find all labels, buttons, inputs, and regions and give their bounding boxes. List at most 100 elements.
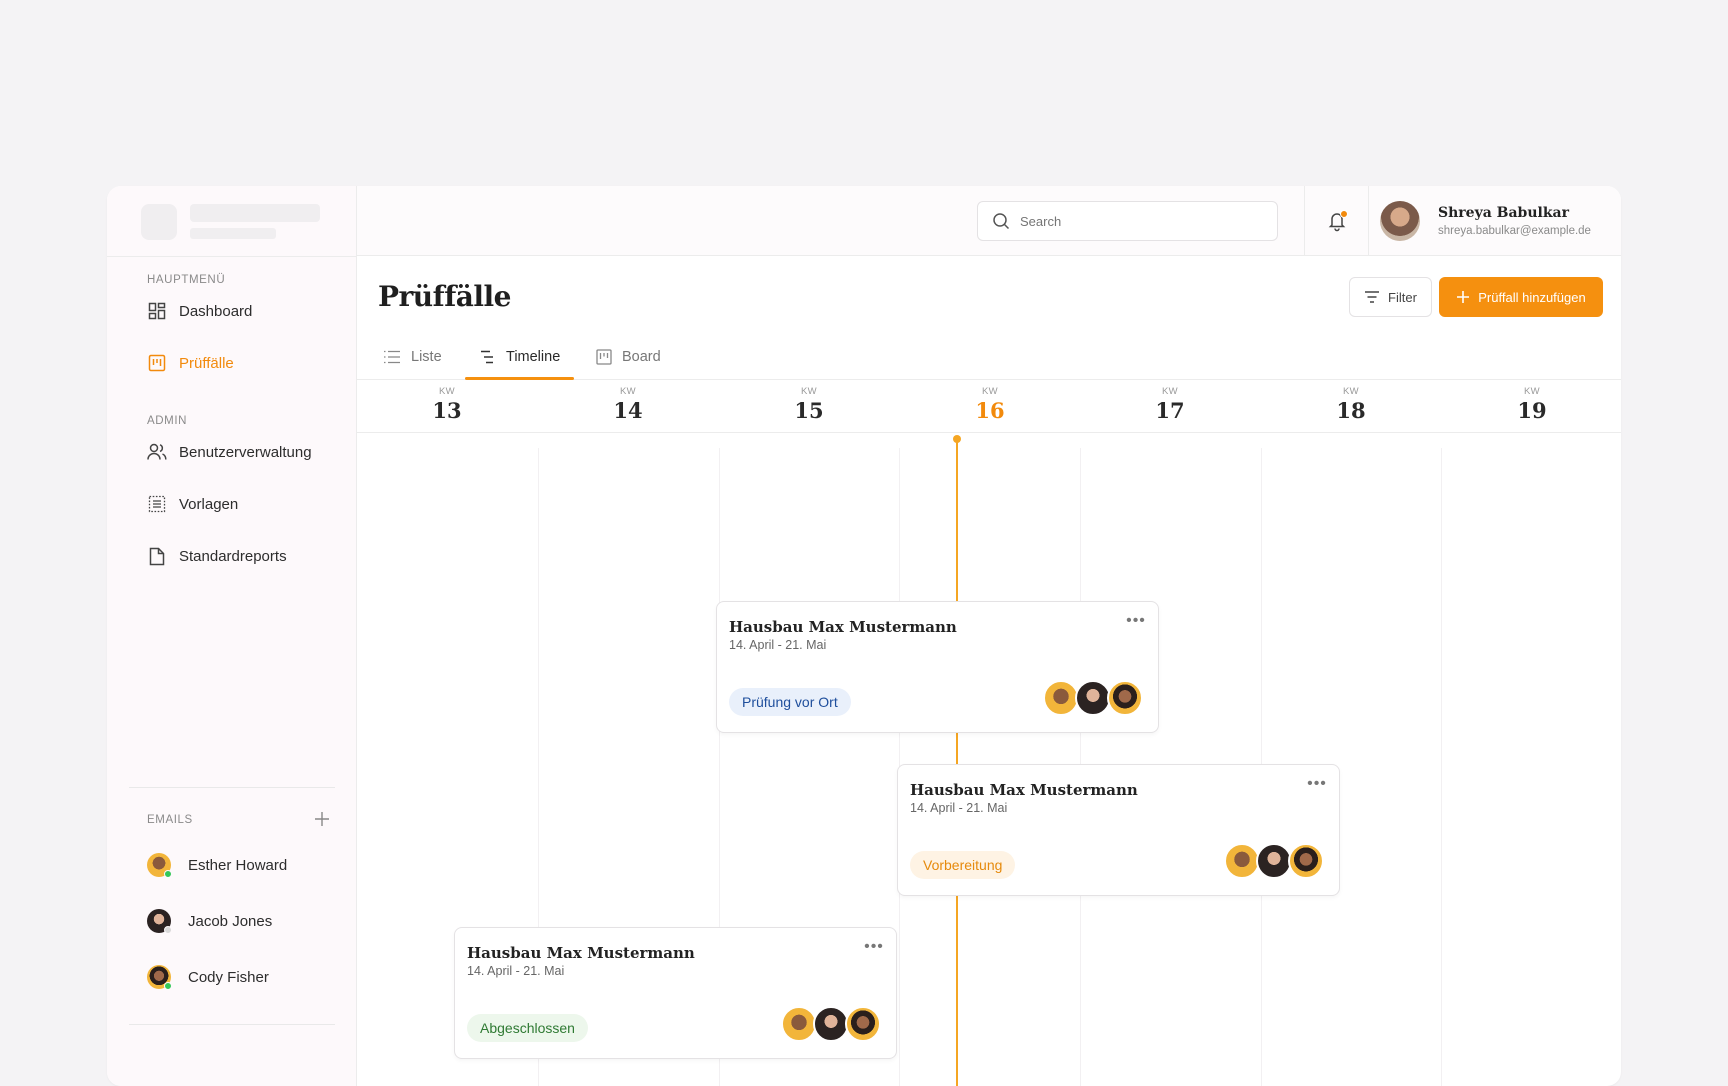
timeline-card[interactable]: Hausbau Max Mustermann 14. April - 21. M… xyxy=(897,764,1340,896)
sidebar-item-prueffaelle[interactable]: Prüffälle xyxy=(147,348,234,378)
status-badge: Prüfung vor Ort xyxy=(729,688,851,716)
tab-board[interactable]: Board xyxy=(596,346,661,368)
user-email: shreya.babulkar@example.de xyxy=(1438,225,1591,237)
app-window: HAUPTMENÜ Dashboard Prüffälle ADMIN Benu… xyxy=(107,186,1621,1086)
page-title: Prüffälle xyxy=(378,280,511,313)
status-badge: Abgeschlossen xyxy=(467,1014,588,1042)
avatar xyxy=(781,1006,817,1042)
user-avatar[interactable] xyxy=(1380,201,1420,241)
tab-label: Board xyxy=(622,349,661,365)
card-title: Hausbau Max Mustermann xyxy=(467,944,695,962)
week-number: 13 xyxy=(432,398,462,423)
timeline-card[interactable]: Hausbau Max Mustermann 14. April - 21. M… xyxy=(716,601,1159,733)
avatar xyxy=(1288,843,1324,879)
current-week-header: KW 16 xyxy=(950,386,1030,423)
sidebar-item-standardreports[interactable]: Standardreports xyxy=(147,541,287,571)
dashboard-icon xyxy=(147,301,167,321)
list-icon xyxy=(384,350,400,364)
avatar xyxy=(147,965,172,990)
header-divider xyxy=(1304,186,1305,256)
add-prueffall-label: Prüffall hinzufügen xyxy=(1478,289,1586,305)
today-marker-line xyxy=(956,438,958,1086)
avatar xyxy=(845,1006,881,1042)
card-date-range: 14. April - 21. Mai xyxy=(729,638,827,652)
week-number: 17 xyxy=(1155,398,1185,423)
more-options-icon[interactable]: ••• xyxy=(862,939,886,960)
more-options-icon[interactable]: ••• xyxy=(1124,613,1148,634)
sidebar-divider xyxy=(129,1024,335,1025)
board-icon xyxy=(596,349,612,365)
sidebar-item-label: Standardreports xyxy=(179,547,287,565)
card-title: Hausbau Max Mustermann xyxy=(910,781,1138,799)
week-column-header: KW 13 xyxy=(407,386,487,423)
email-contact-name: Esther Howard xyxy=(188,856,288,874)
filter-icon xyxy=(1365,291,1380,303)
user-name: Shreya Babulkar xyxy=(1438,205,1569,221)
sidebar-item-label: Prüffälle xyxy=(179,354,234,372)
timeline-icon xyxy=(481,350,493,364)
more-options-icon[interactable]: ••• xyxy=(1305,776,1329,797)
week-prefix: KW xyxy=(982,386,998,397)
sidebar-item-label: Dashboard xyxy=(179,302,253,320)
week-prefix: KW xyxy=(1524,386,1540,397)
timeline-card[interactable]: Hausbau Max Mustermann 14. April - 21. M… xyxy=(454,927,897,1059)
section-label-emails: EMAILS xyxy=(147,814,193,826)
week-number: 18 xyxy=(1336,398,1366,423)
section-label-admin: ADMIN xyxy=(147,415,188,427)
week-number: 14 xyxy=(613,398,643,423)
document-icon xyxy=(147,546,167,566)
sidebar-item-label: Benutzerverwaltung xyxy=(179,443,312,461)
filter-button[interactable]: Filter xyxy=(1349,277,1432,317)
week-column-header: KW 19 xyxy=(1492,386,1572,423)
week-prefix: KW xyxy=(1162,386,1178,397)
card-title: Hausbau Max Mustermann xyxy=(729,618,957,636)
add-prueffall-button[interactable]: Prüffall hinzufügen xyxy=(1439,277,1603,317)
avatar xyxy=(813,1006,849,1042)
templates-icon xyxy=(147,494,167,514)
cases-icon xyxy=(147,353,167,373)
search-box[interactable] xyxy=(977,201,1278,241)
offline-status-dot xyxy=(164,926,172,934)
search-input[interactable] xyxy=(1020,213,1250,229)
logo-subtitle-placeholder xyxy=(190,228,276,239)
email-contact-esther-howard[interactable]: Esther Howard xyxy=(147,851,287,879)
notifications-button[interactable] xyxy=(1324,208,1350,234)
week-number: 16 xyxy=(975,398,1005,423)
avatar xyxy=(1107,680,1143,716)
search-icon xyxy=(993,213,1010,230)
week-header: KW 13 KW 14 KW 15 KW 16 KW 17 KW 18 KW 19 xyxy=(357,380,1621,433)
week-prefix: KW xyxy=(801,386,817,397)
top-header: Shreya Babulkar shreya.babulkar@example.… xyxy=(357,186,1621,256)
card-date-range: 14. April - 21. Mai xyxy=(910,801,1008,815)
add-email-button[interactable] xyxy=(313,810,331,828)
sidebar-item-vorlagen[interactable]: Vorlagen xyxy=(147,489,238,519)
logo-placeholder xyxy=(141,204,177,240)
tab-liste[interactable]: Liste xyxy=(383,346,442,368)
avatar xyxy=(147,853,172,878)
email-contact-cody-fisher[interactable]: Cody Fisher xyxy=(147,963,269,991)
online-status-dot xyxy=(164,982,172,990)
notification-dot xyxy=(1340,210,1348,218)
week-column-header: KW 18 xyxy=(1311,386,1391,423)
tab-label: Liste xyxy=(411,349,442,365)
week-column-header: KW 15 xyxy=(769,386,849,423)
logo-title-placeholder xyxy=(190,204,320,222)
tab-timeline[interactable]: Timeline xyxy=(480,346,560,368)
avatar xyxy=(1043,680,1079,716)
avatar xyxy=(1075,680,1111,716)
week-prefix: KW xyxy=(620,386,636,397)
tab-label: Timeline xyxy=(506,349,561,365)
sidebar-divider xyxy=(129,787,335,788)
avatar xyxy=(147,909,172,934)
email-contact-jacob-jones[interactable]: Jacob Jones xyxy=(147,907,272,935)
status-badge: Vorbereitung xyxy=(910,851,1016,879)
week-column-header: KW 14 xyxy=(588,386,668,423)
week-prefix: KW xyxy=(1343,386,1359,397)
plus-icon xyxy=(315,812,329,826)
plus-icon xyxy=(1457,291,1470,303)
sidebar-item-dashboard[interactable]: Dashboard xyxy=(147,296,252,326)
week-column-header: KW 17 xyxy=(1130,386,1210,423)
assignee-avatars xyxy=(1224,843,1326,879)
sidebar-item-benutzerverwaltung[interactable]: Benutzerverwaltung xyxy=(147,437,312,467)
assignee-avatars xyxy=(1043,680,1145,716)
